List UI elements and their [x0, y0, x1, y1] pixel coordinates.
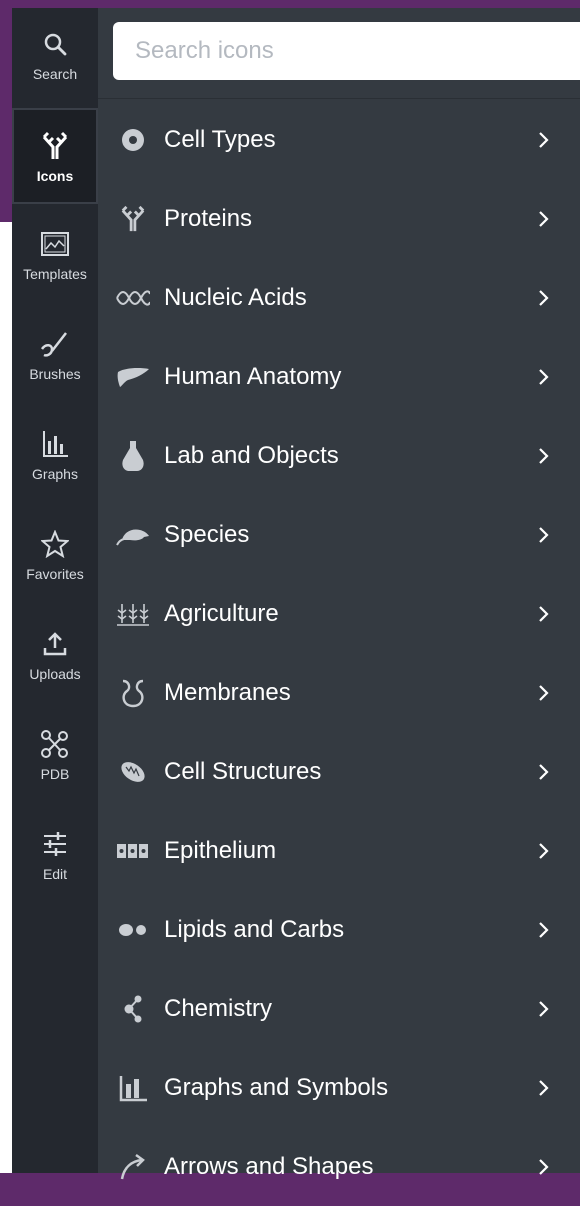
category-label: Lipids and Carbs	[164, 915, 345, 943]
search-icon	[39, 28, 71, 60]
flask-icon	[115, 438, 151, 474]
upload-icon	[39, 628, 71, 660]
chevron-right-icon	[534, 732, 554, 811]
rail-label-edit: Edit	[42, 866, 68, 882]
left-accent-bar	[0, 0, 12, 222]
rail-label-search: Search	[32, 66, 78, 82]
chevron-right-icon	[534, 1127, 554, 1206]
dna-icon	[115, 280, 151, 316]
chevron-right-icon	[534, 495, 554, 574]
liver-icon	[115, 359, 151, 395]
rail-label-favorites: Favorites	[26, 566, 84, 582]
brush-icon	[39, 328, 71, 360]
category-label: Proteins	[164, 204, 253, 232]
category-graphs-and-symbols[interactable]: Graphs and Symbols	[98, 1048, 580, 1127]
rail-item-favorites[interactable]: Favorites	[12, 508, 98, 604]
icon-category-panel: Cell Types Proteins Nucleic Acids Human …	[98, 8, 580, 1180]
rail-item-search[interactable]: Search	[12, 8, 98, 104]
rail-item-pdb[interactable]: PDB	[12, 708, 98, 804]
chevron-right-icon	[534, 100, 554, 179]
category-label: Cell Types	[164, 125, 276, 153]
nav-rail: Search Icons Templates Brushes Graphs Fa…	[12, 8, 98, 1173]
chevron-right-icon	[534, 969, 554, 1048]
category-cell-structures[interactable]: Cell Structures	[98, 732, 580, 811]
chevron-right-icon	[534, 811, 554, 890]
mitochondria-icon	[115, 754, 151, 790]
rail-label-pdb: PDB	[40, 766, 70, 782]
rail-item-edit[interactable]: Edit	[12, 808, 98, 904]
category-agriculture[interactable]: Agriculture	[98, 574, 580, 653]
top-accent-bar	[0, 0, 580, 8]
chevron-right-icon	[534, 653, 554, 732]
search-box[interactable]	[113, 22, 580, 80]
rail-item-templates[interactable]: Templates	[12, 208, 98, 304]
chevron-right-icon	[534, 179, 554, 258]
membrane-icon	[115, 675, 151, 711]
molecule-icon	[39, 728, 71, 760]
crops-icon	[115, 596, 151, 632]
category-epithelium[interactable]: Epithelium	[98, 811, 580, 890]
rail-label-graphs: Graphs	[32, 466, 78, 482]
category-label: Arrows and Shapes	[164, 1152, 374, 1180]
category-chemistry[interactable]: Chemistry	[98, 969, 580, 1048]
category-lab-and-objects[interactable]: Lab and Objects	[98, 416, 580, 495]
category-human-anatomy[interactable]: Human Anatomy	[98, 337, 580, 416]
category-label: Epithelium	[164, 836, 277, 864]
category-label: Species	[164, 520, 250, 548]
category-label: Agriculture	[164, 599, 279, 627]
chevron-right-icon	[534, 890, 554, 969]
rail-item-icons[interactable]: Icons	[12, 108, 98, 204]
chevron-right-icon	[534, 1048, 554, 1127]
rail-item-graphs[interactable]: Graphs	[12, 408, 98, 504]
search-input[interactable]	[133, 36, 537, 66]
epithelium-icon	[115, 833, 151, 869]
category-label: Cell Structures	[164, 757, 322, 785]
rail-label-uploads: Uploads	[29, 666, 81, 682]
antibody-icon	[115, 201, 151, 237]
category-label: Nucleic Acids	[164, 283, 307, 311]
chevron-right-icon	[534, 337, 554, 416]
category-label: Graphs and Symbols	[164, 1073, 389, 1101]
search-bar	[98, 8, 580, 99]
mouse-icon	[115, 517, 151, 553]
category-label: Membranes	[164, 678, 291, 706]
category-cell-types[interactable]: Cell Types	[98, 100, 580, 179]
rail-item-brushes[interactable]: Brushes	[12, 308, 98, 404]
category-arrows-and-shapes[interactable]: Arrows and Shapes	[98, 1127, 580, 1206]
category-label: Human Anatomy	[164, 362, 342, 390]
chevron-right-icon	[534, 416, 554, 495]
chemistry-icon	[115, 991, 151, 1027]
category-nucleic-acids[interactable]: Nucleic Acids	[98, 258, 580, 337]
category-label: Lab and Objects	[164, 441, 339, 469]
chevron-right-icon	[534, 574, 554, 653]
category-proteins[interactable]: Proteins	[98, 179, 580, 258]
graph-icon	[115, 1070, 151, 1106]
cell-icon	[115, 122, 151, 158]
category-lipids-and-carbs[interactable]: Lipids and Carbs	[98, 890, 580, 969]
bar-chart-icon	[39, 428, 71, 460]
category-species[interactable]: Species	[98, 495, 580, 574]
image-icon	[39, 228, 71, 260]
arrow-icon	[115, 1149, 151, 1185]
lipid-icon	[115, 912, 151, 948]
star-icon	[39, 528, 71, 560]
chevron-right-icon	[534, 258, 554, 337]
sliders-icon	[39, 828, 71, 860]
rail-label-icons: Icons	[36, 168, 74, 184]
rail-label-templates: Templates	[23, 266, 87, 282]
antibody-icon	[39, 130, 71, 162]
rail-label-brushes: Brushes	[29, 366, 81, 382]
rail-item-uploads[interactable]: Uploads	[12, 608, 98, 704]
category-membranes[interactable]: Membranes	[98, 653, 580, 732]
category-label: Chemistry	[164, 994, 273, 1022]
